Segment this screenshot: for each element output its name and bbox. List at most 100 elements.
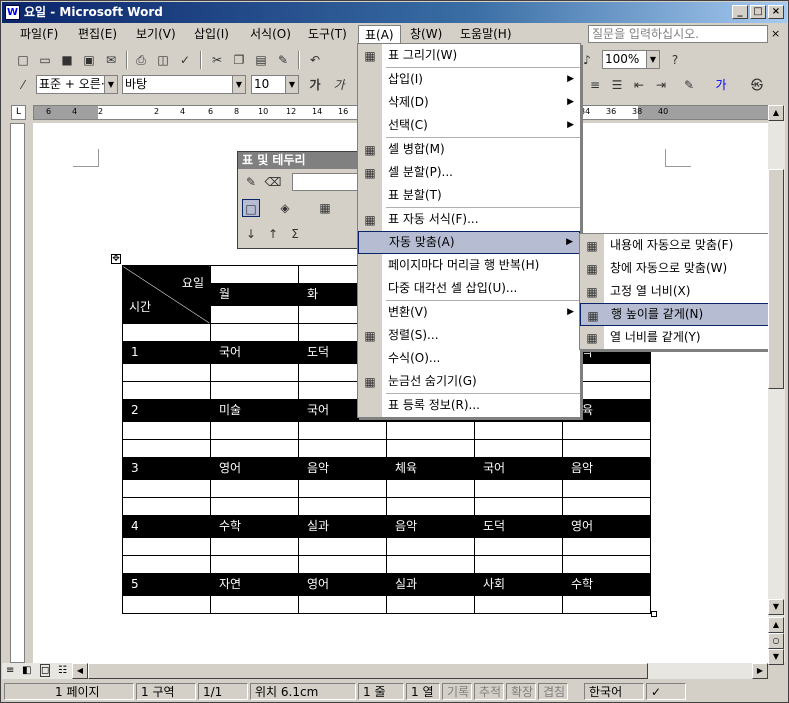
print-layout-icon[interactable]: ◻ <box>40 664 51 677</box>
table_menu-item-18[interactable]: ▦ 눈금선 숨기기(G) <box>358 370 580 393</box>
table_menu-item-7[interactable]: ▦ 셀 분할(P)... <box>358 161 580 184</box>
menu-format[interactable]: 서식(O) <box>244 25 297 43</box>
enclosed-char-icon[interactable]: ㉿ <box>748 76 766 94</box>
insert-table-icon[interactable]: ▦ <box>316 199 334 217</box>
web-view-icon[interactable]: ◧ <box>22 665 31 676</box>
print-preview-icon[interactable]: ◫ <box>154 51 172 69</box>
title-bar[interactable]: W 요일 - Microsoft Word _ □ × <box>2 2 787 23</box>
word-app-icon[interactable]: W <box>5 5 20 20</box>
bullets-icon[interactable]: ☰ <box>608 76 626 94</box>
table-cell[interactable]: 수학 <box>210 497 299 556</box>
table-cell[interactable]: 실과 <box>298 497 387 556</box>
autosum-icon[interactable]: Σ <box>286 225 304 243</box>
previous-page-button[interactable]: ▲ <box>768 617 784 633</box>
shading-color-icon[interactable]: ◈ <box>276 199 294 217</box>
table_menu-item-17[interactable]: 수식(O)... <box>358 347 580 370</box>
draw-table-icon[interactable]: ✎ <box>242 173 260 191</box>
table-cell[interactable]: 영어 <box>298 555 387 614</box>
table-cell[interactable]: 체육 <box>386 439 475 498</box>
vertical-ruler[interactable] <box>10 123 25 663</box>
table_menu-item-2[interactable]: 삽입(I) ▶ <box>358 68 580 91</box>
table-cell[interactable]: 3 <box>122 439 211 498</box>
table_menu-item-15[interactable]: 변환(V) ▶ <box>358 301 580 324</box>
tables-borders-toolbar[interactable]: 표 및 테두리 ✎ ⌫ □ ◈ ▦ ↓ ↑ Σ <box>237 151 361 249</box>
increase-indent-icon[interactable]: ⇥ <box>652 76 670 94</box>
sort-descending-icon[interactable]: ↑ <box>264 225 282 243</box>
permission-icon[interactable]: ▣ <box>80 51 98 69</box>
corner-cell[interactable]: 요일 시간 <box>122 265 211 324</box>
table_menu-item-16[interactable]: ▦ 정렬(S)... <box>358 324 580 347</box>
autofit_menu-item-0[interactable]: ▦ 내용에 자동으로 맞춤(F) <box>580 234 774 257</box>
undo-icon[interactable]: ↶ <box>306 51 324 69</box>
line-style-select[interactable] <box>292 173 360 191</box>
menu-file[interactable]: 파일(F) <box>14 25 64 43</box>
vertical-scrollbar[interactable]: ▲ ▼ ▲ ○ ▼ <box>768 105 785 665</box>
table-cell[interactable]: 실과 <box>386 555 475 614</box>
cut-icon[interactable]: ✂ <box>208 51 226 69</box>
table-cell[interactable]: 수학 <box>562 555 651 614</box>
menu-edit[interactable]: 편집(E) <box>72 25 123 43</box>
table_menu-item-0[interactable]: ▦ 표 그리기(W) <box>358 44 580 67</box>
table-cell[interactable]: 2 <box>122 381 211 440</box>
table-cell[interactable]: 1 <box>122 323 211 382</box>
table-cell[interactable]: 자연 <box>210 555 299 614</box>
email-icon[interactable]: ✉ <box>102 51 120 69</box>
bold-icon[interactable]: 가 <box>306 76 324 94</box>
numbering-icon[interactable]: ≡ <box>586 76 604 94</box>
status-ovr[interactable]: 겹침 <box>538 683 568 700</box>
table_menu-item-6[interactable]: ▦ 셀 병합(M) <box>358 138 580 161</box>
copy-icon[interactable]: ❐ <box>230 51 248 69</box>
help-icon[interactable]: ? <box>666 51 684 69</box>
table-cell[interactable]: 5 <box>122 555 211 614</box>
open-icon[interactable]: ▭ <box>36 51 54 69</box>
table-cell[interactable]: 도덕 <box>474 497 563 556</box>
menu-window[interactable]: 창(W) <box>404 25 448 43</box>
table-cell[interactable]: 국어 <box>210 323 299 382</box>
maximize-button[interactable]: □ <box>750 5 766 19</box>
autofit_menu-item-3[interactable]: ▦ 행 높이를 같게(N) <box>580 303 774 326</box>
menu-insert[interactable]: 삽입(I) <box>188 25 235 43</box>
table-resize-handle[interactable] <box>651 611 657 617</box>
scroll-thumb[interactable] <box>768 169 784 389</box>
styles-icon[interactable]: ⁄ <box>14 76 32 94</box>
next-page-button[interactable]: ▼ <box>768 649 784 665</box>
outside-border-icon[interactable]: □ <box>242 199 260 217</box>
font-select[interactable]: 바탕 ▼ <box>122 75 246 94</box>
autofit_menu-item-4[interactable]: ▦ 열 너비를 같게(Y) <box>580 326 774 349</box>
table-cell[interactable]: 월 <box>210 265 299 324</box>
zoom-select[interactable]: 100% ▼ <box>602 50 660 69</box>
scroll-down-button[interactable]: ▼ <box>768 599 784 615</box>
table-cell[interactable]: 음악 <box>386 497 475 556</box>
close-document-icon[interactable]: × <box>771 27 780 40</box>
table-cell[interactable]: 미술 <box>210 381 299 440</box>
spelling-status-icon[interactable]: ✓ <box>646 683 686 700</box>
status-trk[interactable]: 추적 <box>474 683 504 700</box>
table_menu-item-3[interactable]: 삭제(D) ▶ <box>358 91 580 114</box>
tables-borders-title[interactable]: 표 및 테두리 <box>238 152 360 169</box>
minimize-button[interactable]: _ <box>732 5 748 19</box>
font-size-select[interactable]: 10 ▼ <box>251 75 299 94</box>
browse-object-button[interactable]: ○ <box>768 633 784 649</box>
font-color-icon[interactable]: 가 <box>712 76 730 94</box>
outline-view-icon[interactable]: ☷ <box>58 665 67 676</box>
table-cell[interactable]: 국어 <box>474 439 563 498</box>
sort-ascending-icon[interactable]: ↓ <box>242 225 260 243</box>
format-painter-icon[interactable]: ✎ <box>274 51 292 69</box>
tab-selector[interactable]: L <box>11 105 26 120</box>
table_menu-item-4[interactable]: 선택(C) ▶ <box>358 114 580 137</box>
table-cell[interactable]: 사회 <box>474 555 563 614</box>
table-cell[interactable]: 영어 <box>210 439 299 498</box>
autofit_menu-item-2[interactable]: ▦ 고정 열 너비(X) <box>580 280 774 303</box>
table-cell[interactable]: 음악 <box>562 439 651 498</box>
close-button[interactable]: × <box>768 5 784 19</box>
scroll-up-button[interactable]: ▲ <box>768 105 784 121</box>
horizontal-scrollbar[interactable]: ≡ ◧ ◻ ☷ ◀ ▶ <box>2 663 768 679</box>
table_menu-item-12[interactable]: 페이지마다 머리글 행 반복(H) <box>358 254 580 277</box>
scroll-right-button[interactable]: ▶ <box>752 663 768 679</box>
style-select[interactable]: 표준 + 오른· ▼ <box>36 75 118 94</box>
status-rec[interactable]: 기록 <box>442 683 472 700</box>
table_menu-item-20[interactable]: 표 등록 정보(R)... <box>358 394 580 417</box>
status-ext[interactable]: 확장 <box>506 683 536 700</box>
table_menu-item-10[interactable]: ▦ 표 자동 서식(F)... <box>358 208 580 231</box>
autofit_menu-item-1[interactable]: ▦ 창에 자동으로 맞춤(W) <box>580 257 774 280</box>
